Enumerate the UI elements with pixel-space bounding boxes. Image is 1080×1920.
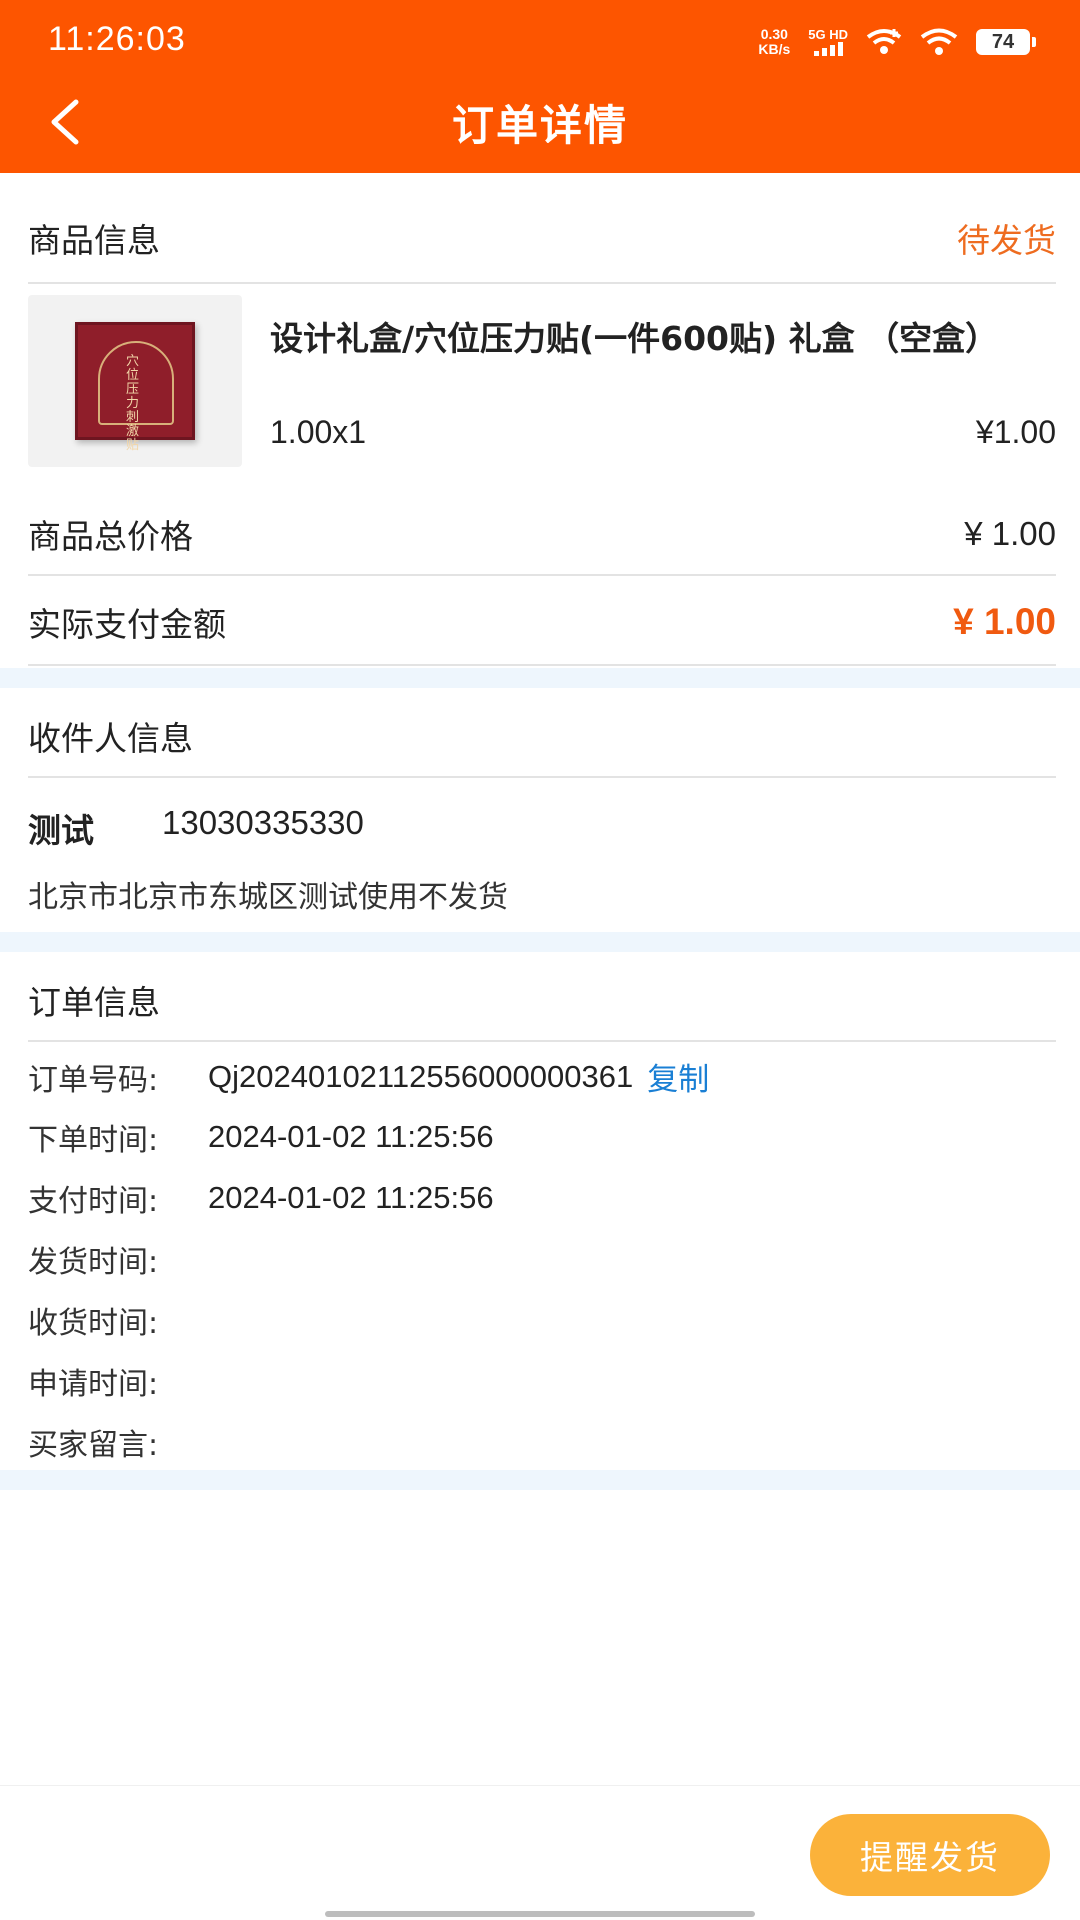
buyer-message-label: 买家留言:	[28, 1428, 159, 1463]
net-speed-unit: KB/s	[758, 41, 791, 57]
app-header: 11:26:03 0.30 KB/s 5G HD 74 订单详情	[0, 0, 1080, 173]
cellular-signal-icon: 5G HD	[808, 28, 848, 56]
signal-bars-icon	[813, 42, 843, 56]
wifi-plus-icon	[866, 29, 902, 54]
wifi-icon	[920, 28, 958, 55]
order-number-value: Qj20240102112556000000361	[208, 1058, 634, 1094]
net-speed: 0.30 KB/s	[758, 27, 790, 57]
divider	[28, 574, 1056, 576]
order-status-badge: 待发货	[957, 221, 1056, 260]
section-gap	[0, 668, 1080, 688]
product-image[interactable]: 穴位压力刺激贴	[28, 295, 242, 467]
box-label: 穴位压力刺激贴	[126, 354, 140, 453]
total-price-value: ¥ 1.00	[964, 515, 1056, 552]
pay-time-row: 支付时间: 2024-01-02 11:25:56	[28, 1176, 494, 1220]
apply-time-label: 申请时间:	[28, 1367, 159, 1402]
divider	[28, 664, 1056, 666]
recipient-name: 测试	[28, 811, 94, 850]
ship-time-row: 发货时间:	[28, 1237, 208, 1281]
ship-time-label: 发货时间:	[28, 1245, 159, 1280]
order-time-label: 下单时间:	[28, 1123, 159, 1158]
order-time-value: 2024-01-02 11:25:56	[208, 1119, 494, 1154]
divider	[28, 1040, 1056, 1042]
network-type: 5G HD	[808, 27, 848, 42]
divider	[28, 282, 1056, 284]
page-title: 订单详情	[451, 101, 628, 150]
recipient-section-title: 收件人信息	[28, 719, 193, 758]
paid-amount-row: 实际支付金额 ¥ 1.00	[28, 598, 1056, 646]
product-name[interactable]: 设计礼盒/穴位压力贴(一件600贴) 礼盒 （空盒）	[270, 316, 1060, 361]
recipient-phone: 13030335330	[162, 804, 364, 841]
section-gap	[0, 1470, 1080, 1490]
net-speed-value: 0.30	[760, 26, 788, 42]
product-quantity: 1.00x1	[270, 414, 367, 450]
paid-amount-label: 实际支付金额	[28, 605, 226, 644]
order-section-title: 订单信息	[28, 983, 160, 1022]
pay-time-value: 2024-01-02 11:25:56	[208, 1180, 494, 1215]
copy-order-number-link[interactable]: 复制	[647, 1054, 709, 1099]
product-section-title: 商品信息	[28, 221, 160, 260]
section-gap	[0, 932, 1080, 952]
divider	[28, 776, 1056, 778]
paid-amount-value: ¥ 1.00	[953, 601, 1056, 642]
total-price-row: 商品总价格 ¥ 1.00	[28, 510, 1056, 558]
receive-time-label: 收货时间:	[28, 1306, 159, 1341]
order-number-label: 订单号码:	[28, 1062, 159, 1098]
home-indicator[interactable]	[325, 1911, 755, 1917]
gift-box-art: 穴位压力刺激贴	[75, 322, 195, 453]
order-time-row: 下单时间: 2024-01-02 11:25:56	[28, 1115, 494, 1159]
receive-time-row: 收货时间:	[28, 1298, 208, 1342]
apply-time-row: 申请时间:	[28, 1359, 208, 1403]
remind-ship-button[interactable]: 提醒发货	[810, 1814, 1050, 1896]
product-section-header: 商品信息 待发货	[28, 214, 1056, 262]
total-price-label: 商品总价格	[28, 517, 193, 556]
status-icons: 0.30 KB/s 5G HD 74	[758, 22, 1036, 62]
bottom-action-bar: 提醒发货	[0, 1785, 1080, 1920]
buyer-message-row: 买家留言:	[28, 1420, 208, 1464]
status-time: 11:26:03	[48, 20, 186, 58]
pay-time-label: 支付时间:	[28, 1184, 159, 1219]
recipient-section-header: 收件人信息	[28, 712, 1056, 760]
product-price: ¥1.00	[975, 414, 1056, 450]
order-section-header: 订单信息	[28, 976, 1056, 1024]
recipient-address: 北京市北京市东城区测试使用不发货	[28, 880, 508, 915]
battery-icon: 74	[976, 29, 1036, 55]
order-number-row: 订单号码: Qj20240102112556000000361 复制	[28, 1054, 709, 1099]
